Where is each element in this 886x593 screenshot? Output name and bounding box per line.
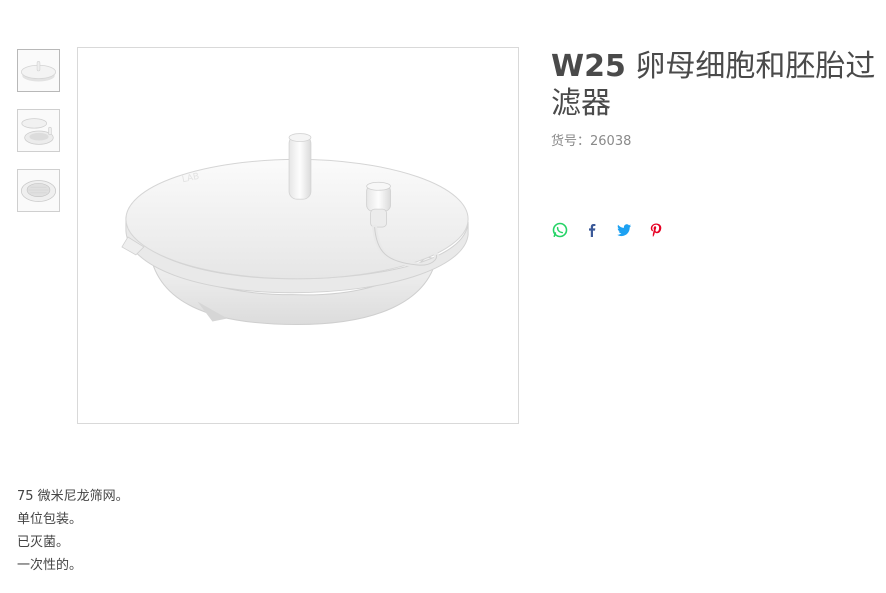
whatsapp-share-button[interactable]	[552, 222, 568, 238]
product-name-line2: 滤器	[551, 86, 611, 121]
description-line: 一次性的。	[17, 558, 83, 573]
description-line: 单位包装。	[17, 512, 83, 527]
sku-value: 26038	[590, 134, 632, 149]
filter-mesh-thumbnail-image	[18, 170, 59, 211]
description-line: 已灭菌。	[17, 535, 70, 550]
sku: 货号：26038	[551, 130, 631, 149]
product-page: LAB W25 卵母细胞和胚胎过 滤器 货号：26038 75 微米尼龙筛网。 …	[0, 0, 886, 593]
filter-open-thumbnail-image	[18, 110, 59, 151]
pinterest-icon	[650, 223, 662, 237]
thumbnail-1[interactable]	[17, 49, 60, 92]
thumbnail-2[interactable]	[17, 109, 60, 152]
product-title: W25 卵母细胞和胚胎过 滤器	[551, 48, 886, 122]
whatsapp-icon	[552, 222, 568, 238]
share-buttons	[552, 222, 680, 238]
pinterest-share-button[interactable]	[648, 222, 664, 238]
product-code: W25	[551, 49, 626, 84]
twitter-share-button[interactable]	[616, 222, 632, 238]
oocyte-embryo-filter-photo: LAB	[121, 133, 469, 326]
thumbnail-3[interactable]	[17, 169, 60, 212]
product-name-line1: 卵母细胞和胚胎过	[635, 49, 876, 84]
facebook-icon	[589, 224, 596, 237]
facebook-share-button[interactable]	[584, 222, 600, 238]
twitter-icon	[617, 224, 631, 237]
product-description: 75 微米尼龙筛网。 单位包装。 已灭菌。 一次性的。	[17, 485, 129, 577]
description-line: 75 微米尼龙筛网。	[17, 489, 129, 504]
sku-label: 货号：	[551, 134, 591, 149]
filter-closed-thumbnail-image	[18, 50, 59, 91]
main-product-image[interactable]: LAB	[77, 47, 519, 424]
